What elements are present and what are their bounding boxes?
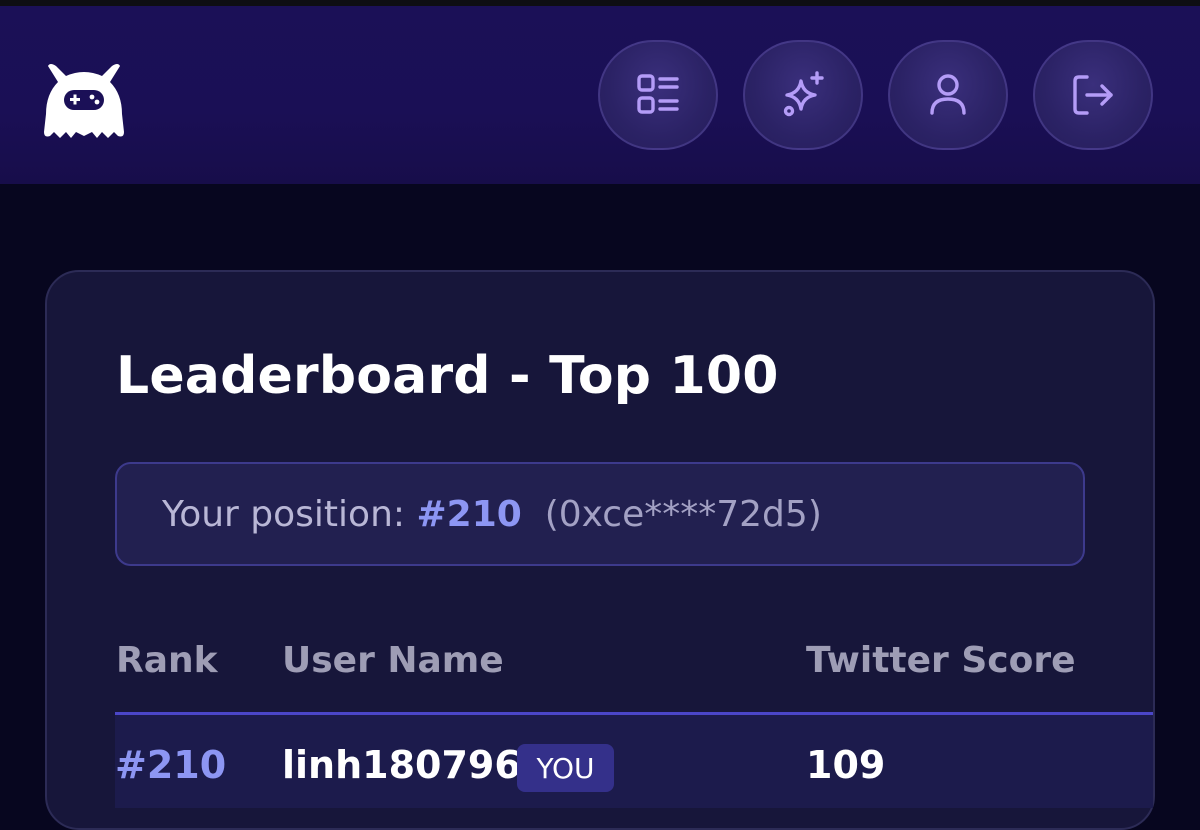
column-header-user-name[interactable]: User Name	[282, 640, 504, 681]
row-twitter-score: 109	[806, 743, 886, 787]
dashboard-button[interactable]	[598, 40, 718, 150]
app-header	[0, 6, 1200, 184]
logout-icon	[1073, 75, 1113, 115]
column-header-rank[interactable]: Rank	[116, 640, 218, 681]
your-position: Your position: #210 (0xce****72d5)	[162, 494, 822, 535]
user-icon	[930, 74, 966, 115]
column-header-twitter-score[interactable]: Twitter Score	[806, 640, 1076, 681]
you-badge: YOU	[517, 744, 614, 792]
page-title: Leaderboard - Top 100	[116, 346, 779, 406]
wallet-address: (0xce****72d5)	[544, 494, 822, 535]
position-rank: #210	[416, 494, 522, 535]
row-user-name: linh180796	[282, 743, 521, 787]
gamepad-mascot-icon[interactable]	[42, 58, 126, 140]
position-label: Your position:	[162, 494, 406, 535]
table-row[interactable]	[115, 715, 1153, 808]
profile-button[interactable]	[888, 40, 1008, 150]
features-button[interactable]	[743, 40, 863, 150]
list-grid-icon	[637, 74, 679, 114]
sparkles-icon	[783, 71, 824, 117]
logout-button[interactable]	[1033, 40, 1153, 150]
row-rank: #210	[115, 743, 227, 787]
